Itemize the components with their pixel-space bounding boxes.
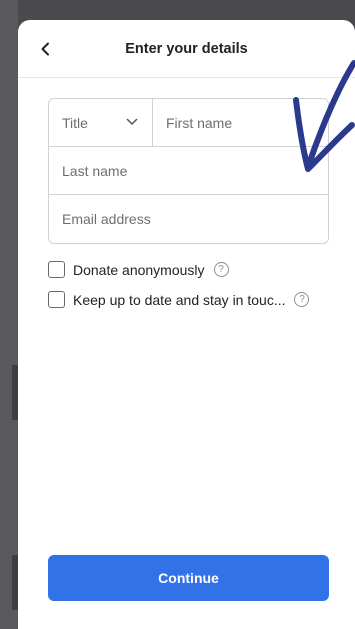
donate-anonymously-checkbox[interactable]	[48, 261, 65, 278]
keep-up-to-date-checkbox[interactable]	[48, 291, 65, 308]
chevron-left-icon	[41, 42, 49, 56]
name-row: Title First name	[49, 99, 328, 147]
details-sheet: Enter your details Title First name Last…	[18, 20, 355, 629]
page-title: Enter your details	[125, 40, 248, 57]
option-label: Donate anonymously	[73, 261, 205, 278]
option-donate-anonymously: Donate anonymously ?	[48, 261, 229, 278]
title-select[interactable]: Title	[49, 99, 153, 146]
help-circle-icon[interactable]: ?	[294, 292, 310, 307]
email-input[interactable]: Email address	[49, 195, 328, 243]
background-page	[0, 0, 18, 629]
continue-button[interactable]: Continue	[48, 555, 329, 601]
last-name-input[interactable]: Last name	[49, 147, 328, 194]
sheet-header: Enter your details	[18, 20, 355, 78]
title-select-label: Title	[62, 114, 88, 131]
details-form: Title First name Last name Email address	[48, 98, 329, 244]
chevron-down-icon	[126, 118, 138, 125]
back-button[interactable]	[34, 37, 58, 61]
email-row: Email address	[49, 195, 328, 243]
first-name-input[interactable]: First name	[153, 99, 328, 146]
help-circle-icon[interactable]: ?	[213, 262, 229, 277]
last-name-row: Last name	[49, 147, 328, 195]
option-keep-up-to-date: Keep up to date and stay in touc... ?	[48, 291, 310, 308]
option-label: Keep up to date and stay in touc...	[73, 291, 286, 308]
